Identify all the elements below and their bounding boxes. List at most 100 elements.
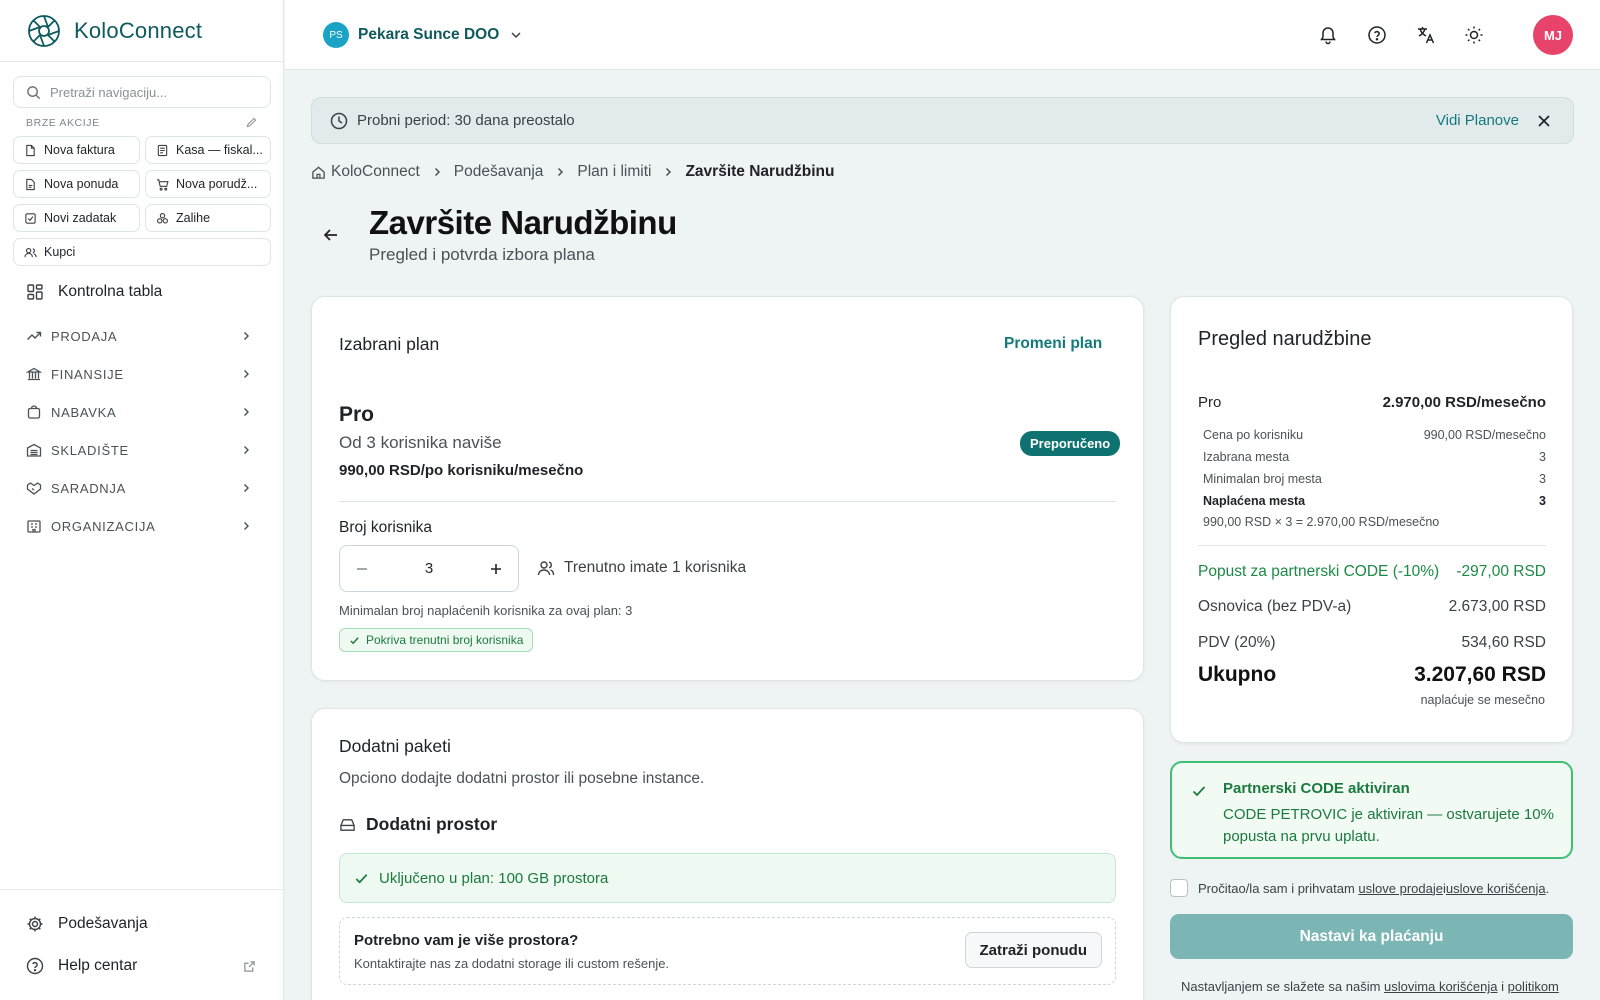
nav-section-sales[interactable]: PRODAJA [26,324,258,348]
search-input[interactable] [50,84,250,100]
usage-terms-link[interactable]: uslove korišćenja [1446,881,1546,896]
document-icon [26,178,35,190]
dashboard-icon [27,284,43,300]
fine-print-prefix: Nastavljanjem se slažete sa našim [1181,979,1385,994]
trial-text: Probni period: 30 dana preostalo [357,112,575,129]
chevron-right-icon [244,332,249,340]
summary-detail-row: Minimalan broj mesta 3 [1198,472,1546,486]
nav-section-procurement[interactable]: NABAVKA [26,400,258,424]
users-stepper: 3 [339,545,519,592]
breadcrumb-item[interactable]: KoloConnect [331,163,420,181]
chevron-right-icon [666,167,672,177]
terms-row: Pročitao/la sam i prihvatam uslove proda… [1170,879,1549,897]
edit-icon[interactable] [245,116,258,129]
logo[interactable]: KoloConnect [0,0,283,62]
more-storage-title: Potrebno vam je više prostora? [354,932,579,949]
nav-dashboard[interactable]: Kontrolna tabla [26,283,162,301]
fine-print-mid: i [1497,979,1508,994]
terms-of-use-link[interactable]: uslovima korišćenja [1384,979,1497,994]
nav-section-warehouse[interactable]: SKLADIŠTE [26,438,258,462]
back-arrow-icon[interactable] [322,226,340,244]
trending-up-icon [27,331,42,340]
price-formula: 990,00 RSD × 3 = 2.970,00 RSD/mesečno [1203,515,1440,529]
summary-plan-total: 2.970,00 RSD/mesečno [1382,394,1546,411]
plan-price: 990,00 RSD/po korisniku/mesečno [339,462,584,479]
quick-action-label: Nova porudž... [176,177,258,191]
proceed-to-payment-button[interactable]: Nastavi ka plaćanju [1170,914,1573,959]
shopping-bag-icon [27,405,41,419]
quick-action-new-invoice[interactable]: Nova faktura [13,136,140,164]
quick-action-new-order[interactable]: Nova porudž... [145,170,271,198]
check-icon [355,873,368,883]
sales-terms-link[interactable]: uslove prodaje [1358,881,1443,896]
base-row: Osnovica (bez PDV-a) 2.673,00 RSD [1198,598,1546,616]
page-title: Završite Narudžbinu [369,204,677,241]
nav-settings[interactable]: Podešavanja [26,915,148,933]
policy-link[interactable]: politikom [1508,979,1559,994]
breadcrumb-item[interactable]: Plan i limiti [577,163,651,181]
addons-card: Dodatni paketi Opciono dodajte dodatni p… [311,708,1144,1000]
view-plans-link[interactable]: Vidi Planove [1436,112,1519,129]
org-switcher[interactable]: PS Pekara Sunce DOO [323,22,523,48]
nav-section-label: NABAVKA [51,404,117,420]
change-plan-link[interactable]: Promeni plan [1004,335,1102,353]
clock-icon [330,112,348,129]
quick-action-customers[interactable]: Kupci [13,238,271,266]
extra-storage-heading: Dodatni prostor [339,814,497,835]
chevron-right-icon [244,446,249,454]
nav-search[interactable] [13,76,271,108]
hard-drive-icon [340,819,355,831]
nav-section-organization[interactable]: ORGANIZACIJA [26,514,258,538]
nav-section-finance[interactable]: FINANSIJE [26,362,258,386]
addons-subtitle: Opciono dodajte dodatni prostor ili pose… [339,770,705,787]
request-quote-button[interactable]: Zatraži ponudu [964,932,1102,968]
close-icon[interactable] [1537,114,1551,128]
quick-action-pos[interactable]: Kasa — fiskal... [145,136,271,164]
task-icon [25,212,36,224]
plus-icon[interactable] [488,561,504,577]
divider [1198,545,1546,546]
breadcrumb: KoloConnect Podešavanja Plan i limiti Za… [311,163,834,181]
sun-icon[interactable] [1464,25,1484,45]
summary-plan-label: Pro [1198,394,1222,411]
sidebar-footer [0,889,284,1000]
minus-icon[interactable] [354,561,370,577]
quick-action-new-task[interactable]: Novi zadatak [13,204,140,232]
detail-value: 990,00 RSD/mesečno [1423,428,1546,442]
total-value: 3.207,60 RSD [1414,663,1546,686]
trial-banner: Probni period: 30 dana preostalo Vidi Pl… [311,97,1574,144]
discount-label: Popust za partnerski CODE (-10%) [1198,563,1440,580]
quick-action-label: Kasa — fiskal... [176,143,263,157]
breadcrumb-item[interactable]: Podešavanja [454,163,544,181]
boxes-icon [157,212,168,224]
chevron-down-icon [511,32,521,39]
quick-action-inventory[interactable]: Zalihe [145,204,271,232]
summary-detail-row: Naplaćena mesta 3 [1198,494,1546,508]
order-summary-title: Pregled narudžbine [1198,328,1372,350]
search-icon [27,85,41,99]
current-users-text: Trenutno imate 1 korisnika [564,559,747,576]
order-summary-card: Pregled narudžbine Pro 2.970,00 RSD/mese… [1170,296,1573,743]
addons-heading: Dodatni paketi [339,736,451,756]
detail-value: 3 [1539,450,1546,464]
vat-value: 534,60 RSD [1461,634,1546,651]
user-avatar[interactable]: MJ [1533,15,1573,55]
bell-icon[interactable] [1318,25,1338,45]
nav-help-center[interactable]: Help centar [26,957,137,975]
included-storage: Uključeno u plan: 100 GB prostora [339,853,1116,903]
help-circle-icon[interactable] [1367,25,1387,45]
external-link-icon [244,961,255,972]
quick-action-label: Nova faktura [44,143,115,157]
terms-checkbox[interactable] [1170,879,1188,897]
detail-label: Cena po korisniku [1203,428,1304,442]
base-value: 2.673,00 RSD [1448,598,1546,615]
quick-action-new-quote[interactable]: Nova ponuda [13,170,140,198]
help-icon [26,957,44,975]
vat-row: PDV (20%) 534,60 RSD [1198,634,1546,652]
users-count-value[interactable]: 3 [425,560,433,577]
translate-icon[interactable] [1416,25,1436,45]
cart-icon [156,178,169,191]
breadcrumb-current: Završite Narudžbinu [685,163,835,180]
nav-help-label: Help centar [58,957,138,974]
nav-section-collaboration[interactable]: SARADNJA [26,476,258,500]
